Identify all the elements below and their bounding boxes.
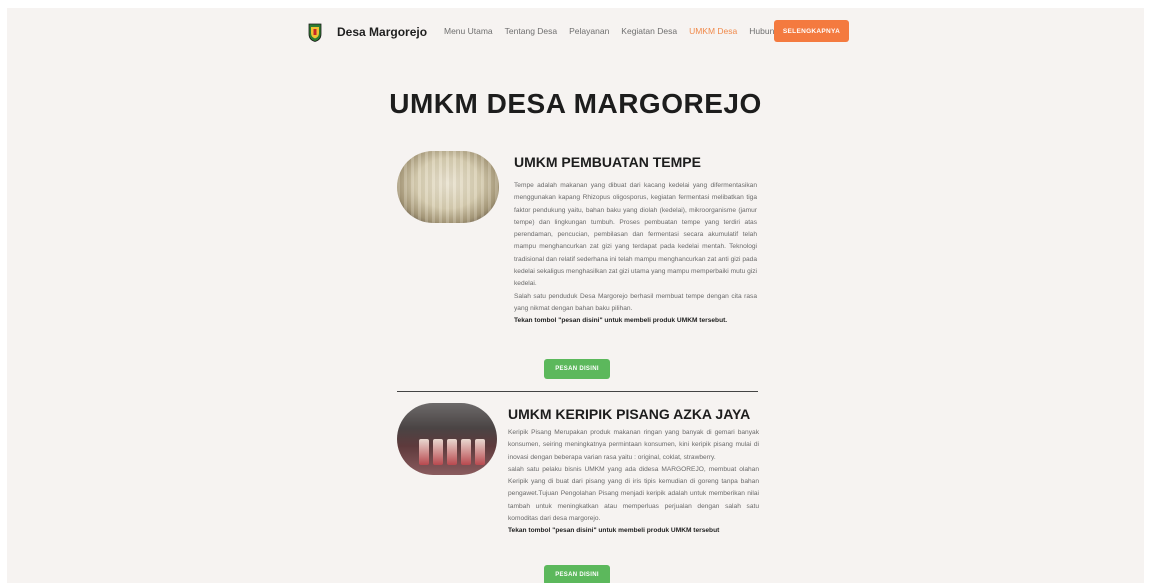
section-title-tempe: UMKM PEMBUATAN TEMPE bbox=[514, 154, 701, 170]
nav-item-umkm-desa[interactable]: UMKM Desa bbox=[689, 26, 737, 36]
keripik-pisang-product-image bbox=[397, 403, 497, 475]
section-title-keripik: UMKM KERIPIK PISANG AZKA JAYA bbox=[508, 406, 751, 422]
order-instruction: Tekan tombol "pesan disini" untuk membel… bbox=[514, 317, 728, 325]
order-instruction: Tekan tombol "pesan disini" untuk membel… bbox=[508, 527, 720, 535]
nav-menu: Menu Utama Tentang Desa Pelayanan Kegiat… bbox=[444, 26, 793, 36]
section-divider bbox=[397, 391, 758, 392]
section-body-keripik: Keripik Pisang Merupakan produk makanan … bbox=[508, 427, 759, 538]
tempe-product-image bbox=[397, 151, 499, 223]
page-title: UMKM DESA MARGOREJO bbox=[389, 88, 762, 119]
paragraph: salah satu pelaku bisnis UMKM yang ada d… bbox=[508, 465, 759, 523]
page: Desa Margorejo Menu Utama Tentang Desa P… bbox=[7, 8, 1144, 583]
paragraph: Tempe adalah makanan yang dibuat dari ka… bbox=[514, 182, 757, 288]
paragraph: Keripik Pisang Merupakan produk makanan … bbox=[508, 429, 759, 461]
selengkapnya-button[interactable]: SELENGKAPNYA bbox=[774, 20, 849, 42]
nav-item-pelayanan[interactable]: Pelayanan bbox=[569, 26, 609, 36]
paragraph: Salah satu penduduk Desa Margorejo berha… bbox=[514, 292, 757, 312]
nav-item-menu-utama[interactable]: Menu Utama bbox=[444, 26, 493, 36]
brand-name[interactable]: Desa Margorejo bbox=[337, 25, 427, 39]
nav-item-kegiatan-desa[interactable]: Kegiatan Desa bbox=[621, 26, 677, 36]
navbar: Desa Margorejo Menu Utama Tentang Desa P… bbox=[7, 8, 1144, 56]
section-body-tempe: Tempe adalah makanan yang dibuat dari ka… bbox=[514, 180, 757, 328]
pesan-disini-button-keripik[interactable]: PESAN DISINI bbox=[544, 565, 610, 583]
pesan-disini-button-tempe[interactable]: PESAN DISINI bbox=[544, 359, 610, 379]
nav-item-tentang-desa[interactable]: Tentang Desa bbox=[505, 26, 557, 36]
village-emblem-icon[interactable] bbox=[308, 23, 322, 42]
